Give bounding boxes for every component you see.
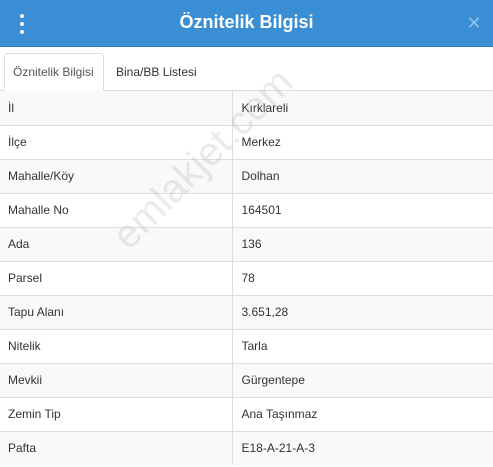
attribute-key: Mevkii bbox=[0, 362, 233, 397]
table-row: Ada 136 bbox=[0, 226, 493, 261]
attribute-key: Ada bbox=[0, 226, 233, 261]
attribute-value: Ana Taşınmaz bbox=[232, 396, 493, 431]
tab-oznitelik-bilgisi[interactable]: Öznitelik Bilgisi bbox=[4, 53, 104, 91]
table-row: Mahalle No 164501 bbox=[0, 192, 493, 227]
table-row: Nitelik Tarla bbox=[0, 328, 493, 363]
attribute-value: E18-A-21-A-3 bbox=[232, 430, 493, 465]
attribute-key: Mahalle/Köy bbox=[0, 158, 233, 193]
attribute-value: 136 bbox=[232, 226, 493, 261]
table-row: İl Kırklareli bbox=[0, 91, 493, 125]
table-row: Pafta E18-A-21-A-3 bbox=[0, 430, 493, 465]
attribute-key: Pafta bbox=[0, 430, 233, 465]
close-icon[interactable]: ✕ bbox=[465, 13, 483, 33]
table-row: Zemin Tip Ana Taşınmaz bbox=[0, 396, 493, 431]
table-row: Mevkii Gürgentepe bbox=[0, 362, 493, 397]
attribute-key: Tapu Alanı bbox=[0, 294, 233, 329]
attribute-table: İl Kırklareli İlçe Merkez Mahalle/Köy Do… bbox=[0, 91, 493, 465]
attribute-value: 164501 bbox=[232, 192, 493, 227]
attribute-value: Merkez bbox=[232, 124, 493, 159]
tab-bar: Öznitelik Bilgisi Bina/BB Listesi bbox=[0, 47, 493, 91]
attribute-key: Nitelik bbox=[0, 328, 233, 363]
table-row: İlçe Merkez bbox=[0, 124, 493, 159]
dialog-title: Öznitelik Bilgisi bbox=[179, 12, 314, 32]
table-row: Tapu Alanı 3.651,28 bbox=[0, 294, 493, 329]
attribute-value: Kırklareli bbox=[232, 91, 493, 125]
attribute-key: İl bbox=[0, 91, 233, 125]
attribute-value: Gürgentepe bbox=[232, 362, 493, 397]
window-titlebar: Öznitelik Bilgisi ✕ bbox=[0, 0, 493, 47]
tab-bina-bb-listesi[interactable]: Bina/BB Listesi bbox=[107, 53, 206, 91]
attribute-value: 78 bbox=[232, 260, 493, 295]
attribute-key: Zemin Tip bbox=[0, 396, 233, 431]
attribute-value: 3.651,28 bbox=[232, 294, 493, 329]
attribute-key: Parsel bbox=[0, 260, 233, 295]
attribute-key: İlçe bbox=[0, 124, 233, 159]
attribute-value: Dolhan bbox=[232, 158, 493, 193]
table-row: Parsel 78 bbox=[0, 260, 493, 295]
table-row: Mahalle/Köy Dolhan bbox=[0, 158, 493, 193]
attribute-value: Tarla bbox=[232, 328, 493, 363]
attribute-key: Mahalle No bbox=[0, 192, 233, 227]
